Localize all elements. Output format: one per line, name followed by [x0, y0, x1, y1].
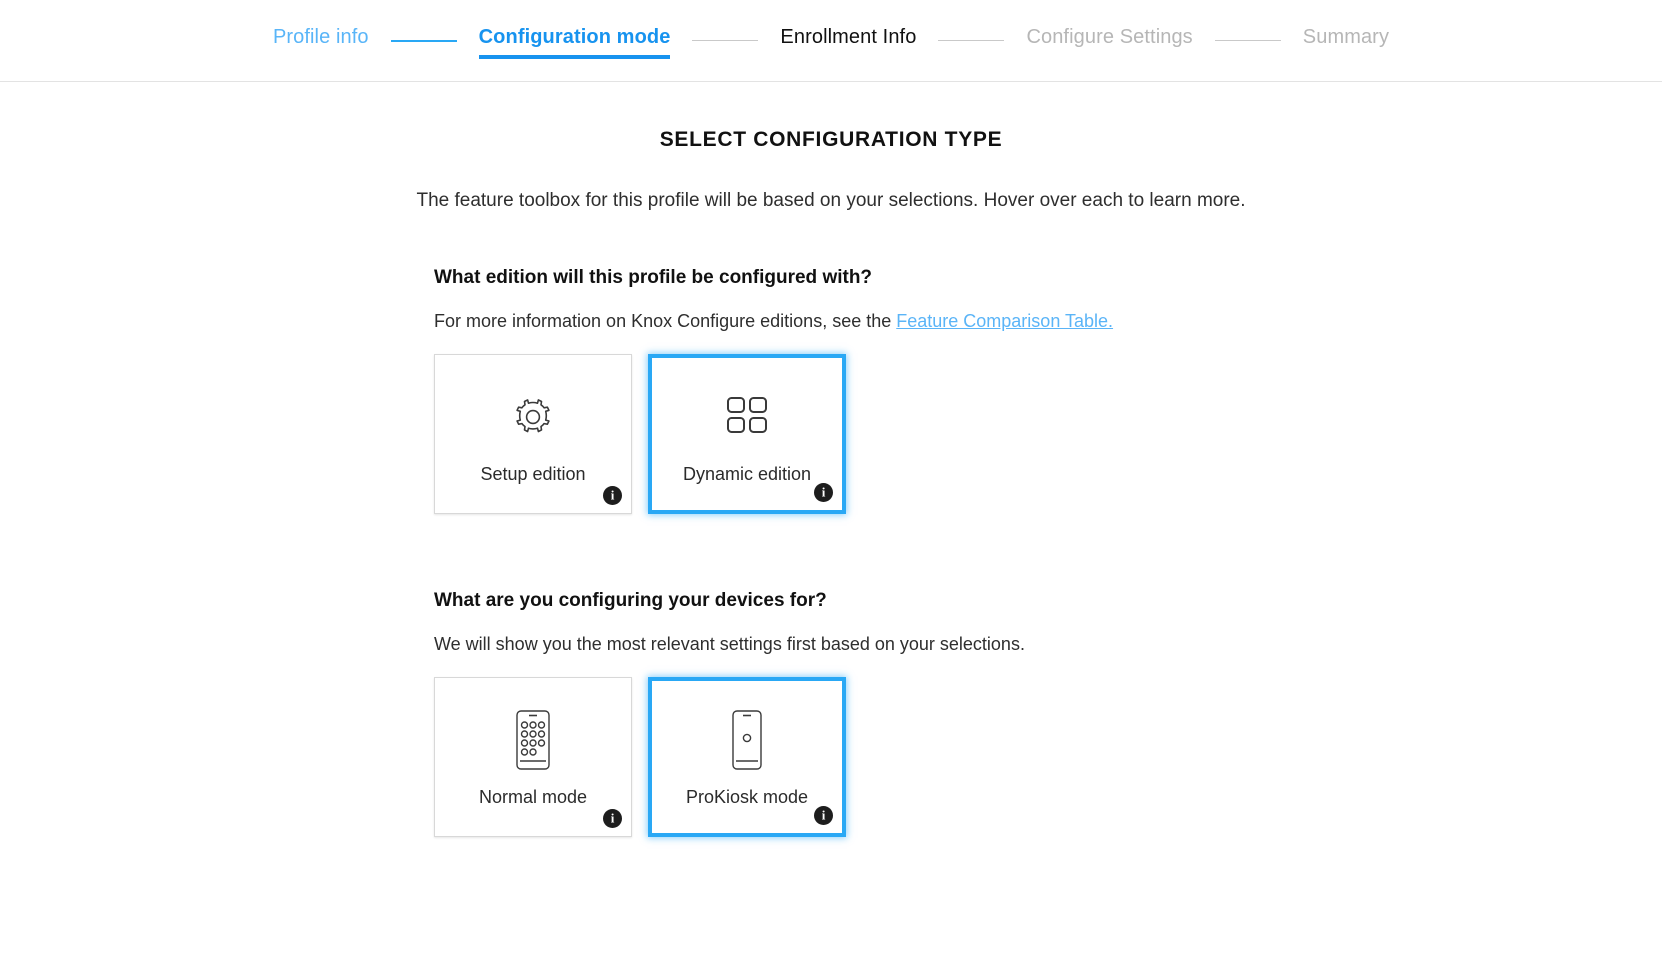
- mode-subtext: We will show you the most relevant setti…: [434, 634, 1025, 654]
- info-icon-dynamic-edition[interactable]: i: [814, 483, 833, 502]
- edition-subtext: For more information on Knox Configure e…: [434, 311, 1662, 332]
- mode-card-group: Normal mode i ProKiosk mode i: [434, 677, 1662, 837]
- step-profile-info-label: Profile info: [272, 26, 369, 48]
- step-enrollment-info[interactable]: Enrollment Info: [780, 26, 916, 55]
- step-configuration-mode[interactable]: Configuration mode: [478, 26, 671, 59]
- info-icon-setup-edition-glyph: i: [610, 487, 615, 503]
- content-area: What edition will this profile be config…: [0, 267, 1662, 837]
- step-profile-info[interactable]: Profile info: [273, 26, 369, 55]
- mode-section: What are you configuring your devices fo…: [434, 590, 1662, 837]
- card-normal-mode-label: Normal mode: [478, 786, 588, 807]
- edition-card-group: Setup edition i Dynamic edition i: [434, 354, 1662, 514]
- phone-apps-icon: [511, 707, 555, 773]
- info-icon-prokiosk-mode-glyph: i: [821, 807, 826, 823]
- step-configure-settings-label: Configure Settings: [1026, 26, 1193, 48]
- edition-question: What edition will this profile be config…: [434, 267, 873, 288]
- wizard-stepper: Profile info Configuration mode Enrollme…: [0, 0, 1662, 82]
- info-icon-setup-edition[interactable]: i: [603, 486, 622, 505]
- card-normal-mode[interactable]: Normal mode i: [434, 677, 632, 837]
- step-connector-1: [390, 39, 457, 42]
- page-description: The feature toolbox for this profile wil…: [416, 190, 1246, 211]
- info-icon-normal-mode[interactable]: i: [603, 809, 622, 828]
- page-title: SELECT CONFIGURATION TYPE: [659, 128, 1003, 151]
- step-connector-4: [1214, 40, 1281, 41]
- mode-question: What are you configuring your devices fo…: [434, 590, 827, 611]
- step-summary[interactable]: Summary: [1303, 26, 1389, 55]
- card-dynamic-edition-label: Dynamic edition: [682, 463, 812, 484]
- step-connector-2: [692, 40, 759, 41]
- grid-squares-icon: [723, 384, 771, 450]
- card-prokiosk-mode-label: ProKiosk mode: [685, 786, 809, 807]
- step-configure-settings[interactable]: Configure Settings: [1026, 26, 1192, 55]
- step-configuration-mode-label: Configuration mode: [478, 26, 671, 48]
- step-summary-label: Summary: [1302, 26, 1390, 48]
- info-icon-normal-mode-glyph: i: [610, 810, 615, 826]
- page-body: SELECT CONFIGURATION TYPE The feature to…: [0, 82, 1662, 837]
- card-dynamic-edition[interactable]: Dynamic edition i: [648, 354, 846, 514]
- gear-icon: [508, 384, 558, 450]
- feature-comparison-table-link[interactable]: Feature Comparison Table.: [896, 311, 1113, 331]
- card-setup-edition[interactable]: Setup edition i: [434, 354, 632, 514]
- card-prokiosk-mode[interactable]: ProKiosk mode i: [648, 677, 846, 837]
- phone-kiosk-icon: [725, 707, 769, 773]
- info-icon-prokiosk-mode[interactable]: i: [814, 806, 833, 825]
- edition-section: What edition will this profile be config…: [434, 267, 1662, 514]
- step-enrollment-info-label: Enrollment Info: [780, 26, 917, 48]
- step-connector-3: [938, 40, 1005, 41]
- info-icon-dynamic-edition-glyph: i: [821, 484, 826, 500]
- edition-subtext-prefix: For more information on Knox Configure e…: [434, 311, 897, 331]
- card-setup-edition-label: Setup edition: [480, 463, 586, 484]
